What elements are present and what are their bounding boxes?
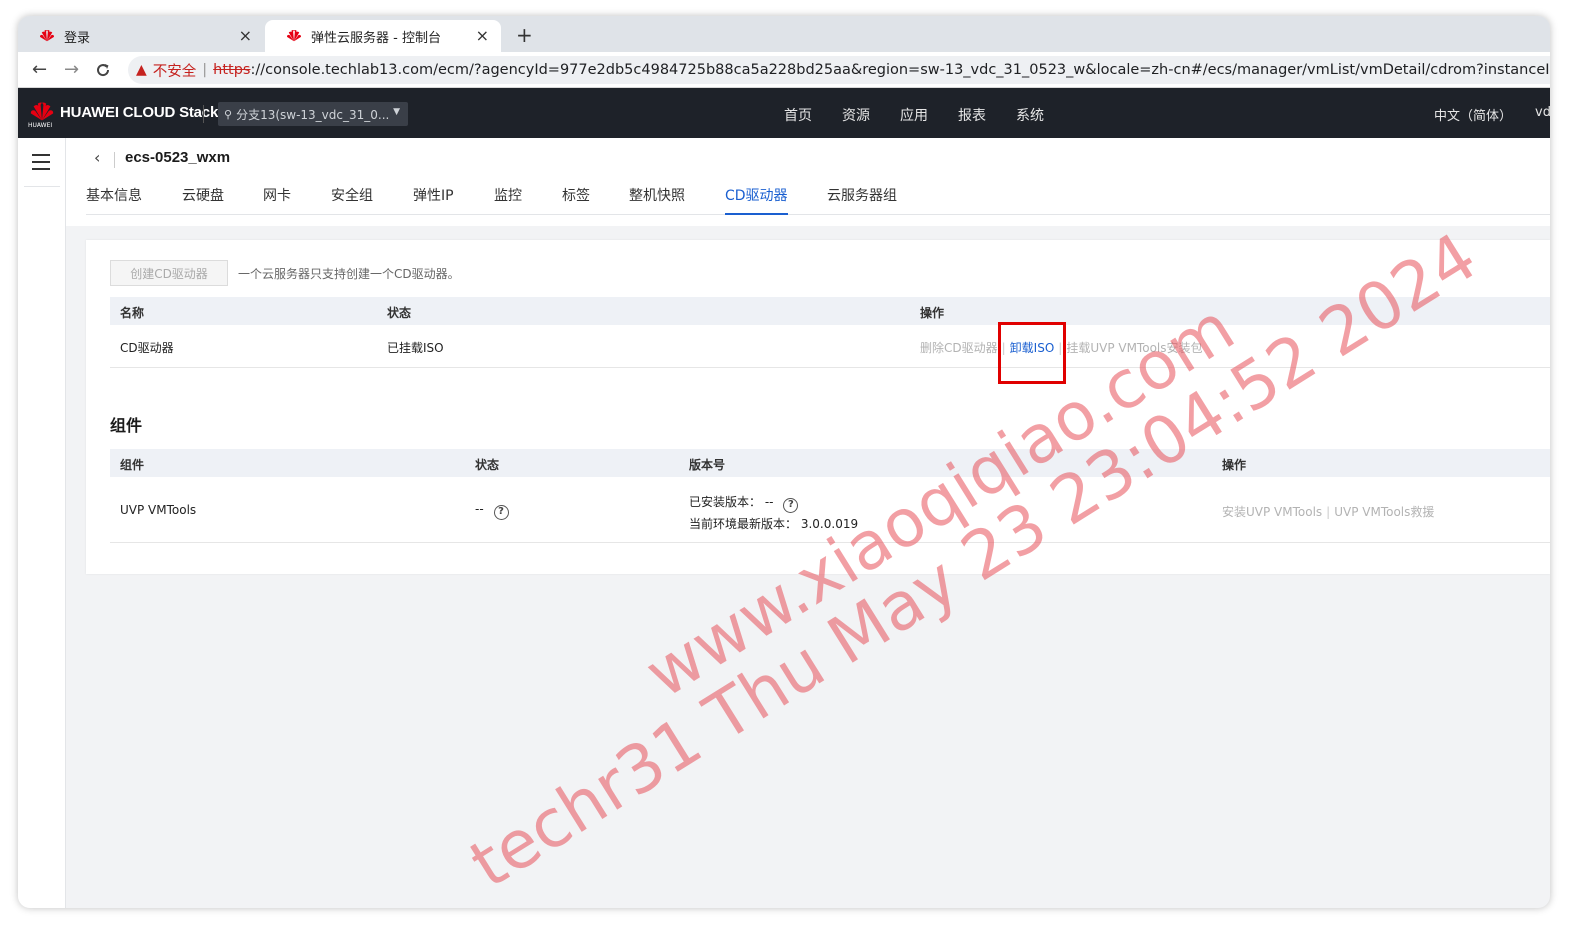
tab-monitoring[interactable]: 监控 <box>494 185 522 215</box>
tab-title: 登录 <box>64 30 91 46</box>
warning-icon: ▲ <box>136 62 147 78</box>
close-icon[interactable]: × <box>476 26 489 45</box>
tab-nics[interactable]: 网卡 <box>263 185 291 215</box>
cd-table-header: 名称 状态 操作 <box>110 297 1550 325</box>
security-status[interactable]: 不安全 <box>153 60 197 81</box>
address-bar: ← → ▲ 不安全 | https ://console.techlab13.c… <box>18 52 1550 88</box>
create-cd-drive-button[interactable]: 创建CD驱动器 <box>110 260 228 286</box>
tab-disks[interactable]: 云硬盘 <box>182 185 224 215</box>
table-row: CD驱动器 已挂载ISO 删除CD驱动器 | 卸载ISO | 挂载UVP VMTools… <box>110 325 1550 368</box>
main-menu: 首页 资源 应用 报表 系统 <box>784 105 1044 125</box>
column-header: 版本号 <box>689 458 726 472</box>
page-title: ecs-0523_wxm <box>125 149 231 166</box>
menu-item-reports[interactable]: 报表 <box>958 105 986 125</box>
region-selector[interactable]: ⚲ 分支13(sw-13_vdc_31_0... ▼ <box>218 102 408 126</box>
content-card: 创建CD驱动器 一个云服务器只支持创建一个CD驱动器。 名称 状态 操作 CD驱… <box>86 240 1550 574</box>
new-tab-button[interactable]: + <box>516 23 533 47</box>
huawei-logo-icon <box>40 30 54 42</box>
component-actions: 安装UVP VMTools | UVP VMTools救援 <box>1222 503 1434 520</box>
section-title: 组件 <box>110 416 143 435</box>
tab-snapshots[interactable]: 整机快照 <box>629 185 685 215</box>
column-header: 操作 <box>920 306 945 320</box>
table-row: UVP VMTools -- ? 已安装版本： -- ? 当前环境最新版本： 3… <box>110 477 1550 543</box>
divider <box>203 105 204 123</box>
column-header: 状态 <box>475 458 500 472</box>
components-table-header: 组件 状态 版本号 操作 <box>110 449 1550 477</box>
divider <box>24 186 60 187</box>
menu-item-resources[interactable]: 资源 <box>842 105 870 125</box>
highlight-box <box>998 322 1066 384</box>
back-chevron-icon[interactable]: ‹ <box>94 148 100 167</box>
column-header: 状态 <box>387 306 412 320</box>
url-text: ://console.techlab13.com/ecm/?agencyId=9… <box>250 62 1551 78</box>
reload-icon[interactable] <box>95 62 111 78</box>
brand-name: HUAWEI CLOUD Stack <box>60 103 219 121</box>
close-icon[interactable]: × <box>239 26 252 45</box>
forward-arrow-icon[interactable]: → <box>64 59 79 80</box>
menu-icon[interactable] <box>32 154 50 175</box>
caret-down-icon: ▼ <box>393 107 400 117</box>
column-header: 组件 <box>120 458 145 472</box>
tab-strip: 登录 × 弹性云服务器 - 控制台 × + <box>18 16 1550 52</box>
tab-tags[interactable]: 标签 <box>562 185 590 215</box>
tab-cd-drive[interactable]: CD驱动器 <box>725 185 788 215</box>
mount-vmtools-link[interactable]: 挂载UVP VMTools安装包 <box>1066 341 1202 355</box>
divider <box>114 152 115 168</box>
url-field[interactable]: ▲ 不安全 | https ://console.techlab13.com/e… <box>128 56 1550 84</box>
menu-item-apps[interactable]: 应用 <box>900 105 928 125</box>
latest-version: 当前环境最新版本： 3.0.0.019 <box>689 517 859 531</box>
cd-status: 已挂载ISO <box>387 341 444 355</box>
tab-title: 弹性云服务器 - 控制台 <box>311 30 441 46</box>
component-status: -- ? <box>475 502 509 520</box>
region-value: 分支13(sw-13_vdc_31_0... <box>236 107 390 122</box>
language-selector[interactable]: 中文（简体） <box>1434 105 1512 124</box>
delete-cd-drive-link[interactable]: 删除CD驱动器 <box>920 341 998 355</box>
browser-tab-login[interactable]: 登录 × <box>18 20 264 52</box>
page-header: ‹ ecs-0523_wxm 基本信息 云硬盘 网卡 安全组 弹性IP 监控 标… <box>66 138 1550 226</box>
brand-logo[interactable]: HUAWEI CLOUD Stack HUAWEI <box>28 98 219 129</box>
column-header: 名称 <box>120 306 145 320</box>
create-hint: 一个云服务器只支持创建一个CD驱动器。 <box>238 267 460 281</box>
detail-tabs: 基本信息 云硬盘 网卡 安全组 弹性IP 监控 标签 整机快照 CD驱动器 云服… <box>86 185 1550 215</box>
install-vmtools-link[interactable]: 安装UVP VMTools <box>1222 505 1322 519</box>
location-pin-icon: ⚲ <box>224 107 233 121</box>
browser-window: 登录 × 弹性云服务器 - 控制台 × + ← → ▲ 不安全 | https … <box>18 16 1550 908</box>
user-menu[interactable]: vd <box>1535 105 1550 120</box>
left-rail <box>18 138 66 908</box>
divider: | <box>1326 505 1331 519</box>
vmtools-rescue-link[interactable]: UVP VMTools救援 <box>1334 505 1434 519</box>
menu-item-home[interactable]: 首页 <box>784 105 812 125</box>
tab-server-groups[interactable]: 云服务器组 <box>827 185 897 215</box>
back-arrow-icon[interactable]: ← <box>32 59 47 80</box>
top-navigation: HUAWEI CLOUD Stack HUAWEI ⚲ 分支13(sw-13_v… <box>18 88 1550 138</box>
tab-security-groups[interactable]: 安全组 <box>331 185 373 215</box>
browser-tab-ecs-console[interactable]: 弹性云服务器 - 控制台 × <box>265 20 501 52</box>
installed-version: 已安装版本： -- ? <box>689 493 799 513</box>
column-header: 操作 <box>1222 458 1247 472</box>
help-icon[interactable]: ? <box>493 505 509 520</box>
tab-eip[interactable]: 弹性IP <box>413 185 454 215</box>
url-scheme: https <box>213 62 251 78</box>
tab-basic-info[interactable]: 基本信息 <box>86 185 142 215</box>
cd-name: CD驱动器 <box>120 341 174 355</box>
brand-small-text: HUAWEI <box>28 122 53 129</box>
component-name: UVP VMTools <box>120 503 197 517</box>
menu-item-system[interactable]: 系统 <box>1016 105 1044 125</box>
url-divider: | <box>202 62 208 78</box>
help-icon[interactable]: ? <box>783 498 799 513</box>
huawei-logo-icon <box>287 30 301 42</box>
